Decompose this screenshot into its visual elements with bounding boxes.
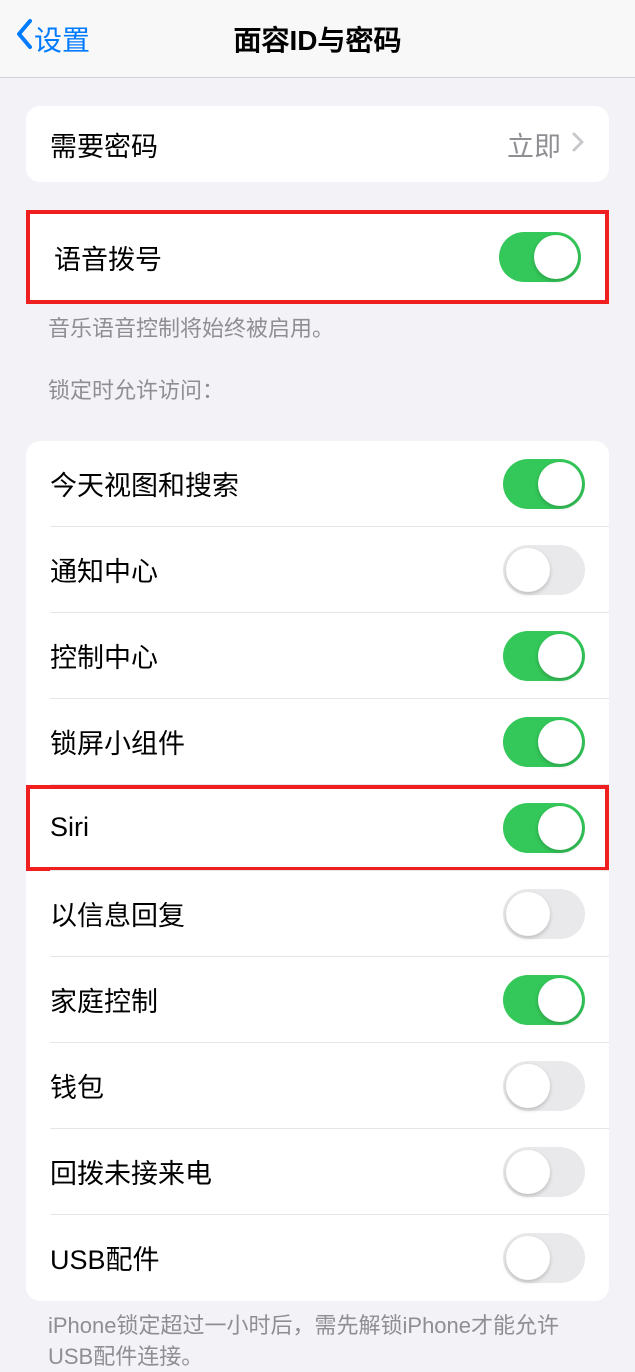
lock-access-cell: 以信息回复 <box>26 871 609 957</box>
lock-access-label: 家庭控制 <box>50 980 158 1019</box>
lock-access-toggle[interactable] <box>503 545 585 595</box>
lock-access-label: Siri <box>50 812 89 843</box>
lock-access-label: 今天视图和搜索 <box>50 464 239 503</box>
lock-access-label: 控制中心 <box>50 636 158 675</box>
lock-access-cell: 锁屏小组件 <box>26 699 609 785</box>
lock-access-cell: 通知中心 <box>26 527 609 613</box>
lock-access-toggle[interactable] <box>503 631 585 681</box>
lock-access-label: USB配件 <box>50 1238 160 1277</box>
back-label: 设置 <box>34 19 90 59</box>
lock-access-label: 锁屏小组件 <box>50 722 185 761</box>
lock-access-cell: 控制中心 <box>26 613 609 699</box>
voice-dial-group: 语音拨号 <box>26 210 609 304</box>
lock-access-cell: 回拨未接来电 <box>26 1129 609 1215</box>
lock-access-label: 钱包 <box>50 1066 104 1105</box>
lock-access-toggle[interactable] <box>503 975 585 1025</box>
back-button[interactable]: 设置 <box>14 18 90 59</box>
voice-dial-cell: 语音拨号 <box>30 214 605 300</box>
voice-dial-toggle[interactable] <box>499 232 581 282</box>
lock-access-label: 以信息回复 <box>50 894 185 933</box>
require-passcode-cell[interactable]: 需要密码 立即 <box>26 106 609 182</box>
require-passcode-group: 需要密码 立即 <box>26 106 609 182</box>
settings-content: 需要密码 立即 语音拨号 音乐语音控制将始终被启用。 锁定时允许访问： 今天视图… <box>0 106 635 1372</box>
lock-access-toggle[interactable] <box>503 1061 585 1111</box>
voice-dial-footer: 音乐语音控制将始终被启用。 <box>0 304 635 345</box>
lock-access-cell: USB配件 <box>26 1215 609 1301</box>
lock-access-cell: 钱包 <box>26 1043 609 1129</box>
voice-dial-label: 语音拨号 <box>54 238 162 277</box>
lock-access-cell: 家庭控制 <box>26 957 609 1043</box>
lock-access-label: 通知中心 <box>50 550 158 589</box>
lock-access-toggle[interactable] <box>503 717 585 767</box>
require-passcode-label: 需要密码 <box>50 125 158 164</box>
require-passcode-value: 立即 <box>507 125 561 164</box>
chevron-right-icon <box>571 127 585 161</box>
page-title: 面容ID与密码 <box>233 19 401 59</box>
lock-access-toggle[interactable] <box>503 1147 585 1197</box>
lock-access-toggle[interactable] <box>503 459 585 509</box>
lock-access-cell: Siri <box>26 785 609 871</box>
lock-access-header: 锁定时允许访问： <box>0 345 635 413</box>
lock-access-toggle[interactable] <box>503 803 585 853</box>
lock-access-toggle[interactable] <box>503 1233 585 1283</box>
lock-access-footer: iPhone锁定超过一小时后，需先解锁iPhone才能允许USB配件连接。 <box>0 1301 635 1372</box>
lock-access-cell: 今天视图和搜索 <box>26 441 609 527</box>
lock-access-toggle[interactable] <box>503 889 585 939</box>
lock-access-group: 今天视图和搜索通知中心控制中心锁屏小组件 Siri 以信息回复家庭控制钱包回拨未接来… <box>26 441 609 1301</box>
chevron-left-icon <box>14 18 34 59</box>
nav-bar: 设置 面容ID与密码 <box>0 0 635 78</box>
lock-access-label: 回拨未接来电 <box>50 1152 212 1191</box>
